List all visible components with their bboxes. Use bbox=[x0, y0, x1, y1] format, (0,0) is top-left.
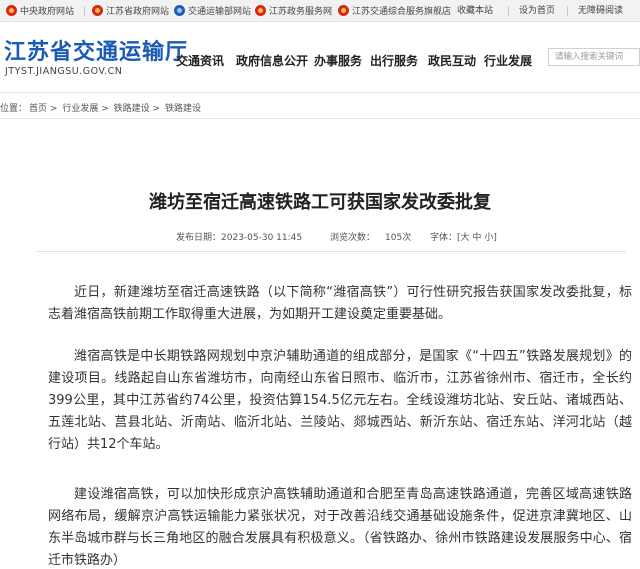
top-utility-bar: 中央政府网站 江苏省政府网站 交通运输部网站 江苏政务服务网 江苏交通综合服务旗… bbox=[0, 0, 640, 22]
divider bbox=[567, 6, 568, 16]
bookmark-site-link[interactable]: 收藏本站 bbox=[457, 5, 493, 17]
breadcrumb-divider bbox=[0, 118, 640, 119]
link-label: 江苏省政府网站 bbox=[106, 7, 170, 17]
breadcrumb-industry[interactable]: 行业发展 bbox=[62, 104, 98, 114]
breadcrumb-separator: > bbox=[49, 104, 58, 114]
publish-date-label: 发布日期： bbox=[176, 233, 222, 243]
site-header: 江苏省交通运输厅 JTYST.JIANGSU.GOV.CN 交通资讯 政府信息公… bbox=[0, 22, 640, 88]
nav-travel[interactable]: 出行服务 bbox=[370, 52, 418, 69]
divider bbox=[248, 6, 249, 16]
article-paragraph: 建设潍宿高铁，可以加快形成京沪高铁辅助通道和合肥至青岛高速铁路通道，完善区域高速… bbox=[48, 487, 632, 568]
article-paragraph: 潍宿高铁是中长期铁路网规划中京沪辅助通道的组成部分，是国家《“十四五”铁路发展规… bbox=[48, 349, 632, 452]
divider bbox=[166, 6, 167, 16]
breadcrumb-railway-sub[interactable]: 铁路建设 bbox=[165, 104, 201, 114]
link-label: 江苏政务服务网 bbox=[269, 7, 333, 17]
divider bbox=[508, 6, 509, 16]
font-large-button[interactable]: 大 bbox=[461, 233, 470, 243]
set-homepage-link[interactable]: 设为首页 bbox=[519, 5, 555, 17]
nav-interaction[interactable]: 政民互动 bbox=[428, 52, 476, 69]
font-size-control: 字体：[大 中 小] bbox=[430, 230, 497, 243]
nav-industry[interactable]: 行业发展 bbox=[484, 52, 532, 69]
nav-services[interactable]: 办事服务 bbox=[314, 52, 362, 69]
view-count-label: 浏览次数： bbox=[330, 233, 376, 243]
ministry-logo-icon bbox=[174, 5, 185, 16]
font-small-button[interactable]: 小 bbox=[484, 233, 493, 243]
link-central-government[interactable]: 中央政府网站 bbox=[6, 5, 74, 18]
search-input[interactable] bbox=[548, 48, 640, 66]
breadcrumb: 位置： 首页 > 行业发展 > 铁路建设 > 铁路建设 bbox=[0, 101, 201, 114]
link-ministry-transport[interactable]: 交通运输部网站 bbox=[174, 5, 251, 18]
link-label: 中央政府网站 bbox=[20, 7, 75, 17]
link-jiangsu-government[interactable]: 江苏省政府网站 bbox=[92, 5, 169, 18]
nav-transport-news[interactable]: 交通资讯 bbox=[176, 52, 224, 69]
article-title: 潍坊至宿迁高速铁路工可获国家发改委批复 bbox=[149, 192, 491, 213]
view-count-value: 105次 bbox=[385, 233, 412, 243]
breadcrumb-separator: > bbox=[101, 104, 109, 114]
site-logo-title[interactable]: 江苏省交通运输厅 bbox=[4, 34, 188, 66]
divider bbox=[84, 6, 85, 16]
link-label: 交通运输部网站 bbox=[188, 7, 252, 17]
meta-divider bbox=[36, 251, 626, 252]
font-bracket-close: ] bbox=[493, 233, 497, 243]
breadcrumb-separator: > bbox=[152, 104, 161, 114]
national-emblem-icon bbox=[338, 5, 349, 16]
link-jiangsu-services[interactable]: 江苏政务服务网 bbox=[255, 5, 332, 18]
nav-gov-info[interactable]: 政府信息公开 bbox=[236, 52, 308, 69]
link-label: 江苏交通综合服务旗舰店 bbox=[352, 7, 452, 17]
font-size-label: 字体： bbox=[430, 233, 458, 243]
breadcrumb-label: 位置： bbox=[0, 104, 28, 114]
publish-date: 发布日期：2023-05-30 11:45 bbox=[176, 230, 302, 243]
link-flagship-store[interactable]: 江苏交通综合服务旗舰店 bbox=[338, 5, 451, 18]
article-paragraph: 近日，新建潍坊至宿迁高速铁路（以下简称“潍宿高铁”）可行性研究报告获国家发改委批… bbox=[48, 285, 632, 322]
breadcrumb-railway[interactable]: 铁路建设 bbox=[114, 104, 150, 114]
header-divider bbox=[0, 92, 640, 93]
national-emblem-icon bbox=[92, 5, 103, 16]
breadcrumb-home[interactable]: 首页 bbox=[29, 104, 47, 114]
accessibility-link[interactable]: 无障碍阅读 bbox=[578, 5, 623, 17]
divider bbox=[331, 6, 332, 16]
national-emblem-icon bbox=[6, 5, 17, 16]
national-emblem-icon bbox=[255, 5, 266, 16]
site-url: JTYST.JIANGSU.GOV.CN bbox=[5, 66, 123, 77]
publish-date-value: 2023-05-30 11:45 bbox=[221, 233, 303, 243]
view-count: 浏览次数： 105次 bbox=[330, 230, 411, 243]
font-medium-button[interactable]: 中 bbox=[472, 233, 481, 243]
